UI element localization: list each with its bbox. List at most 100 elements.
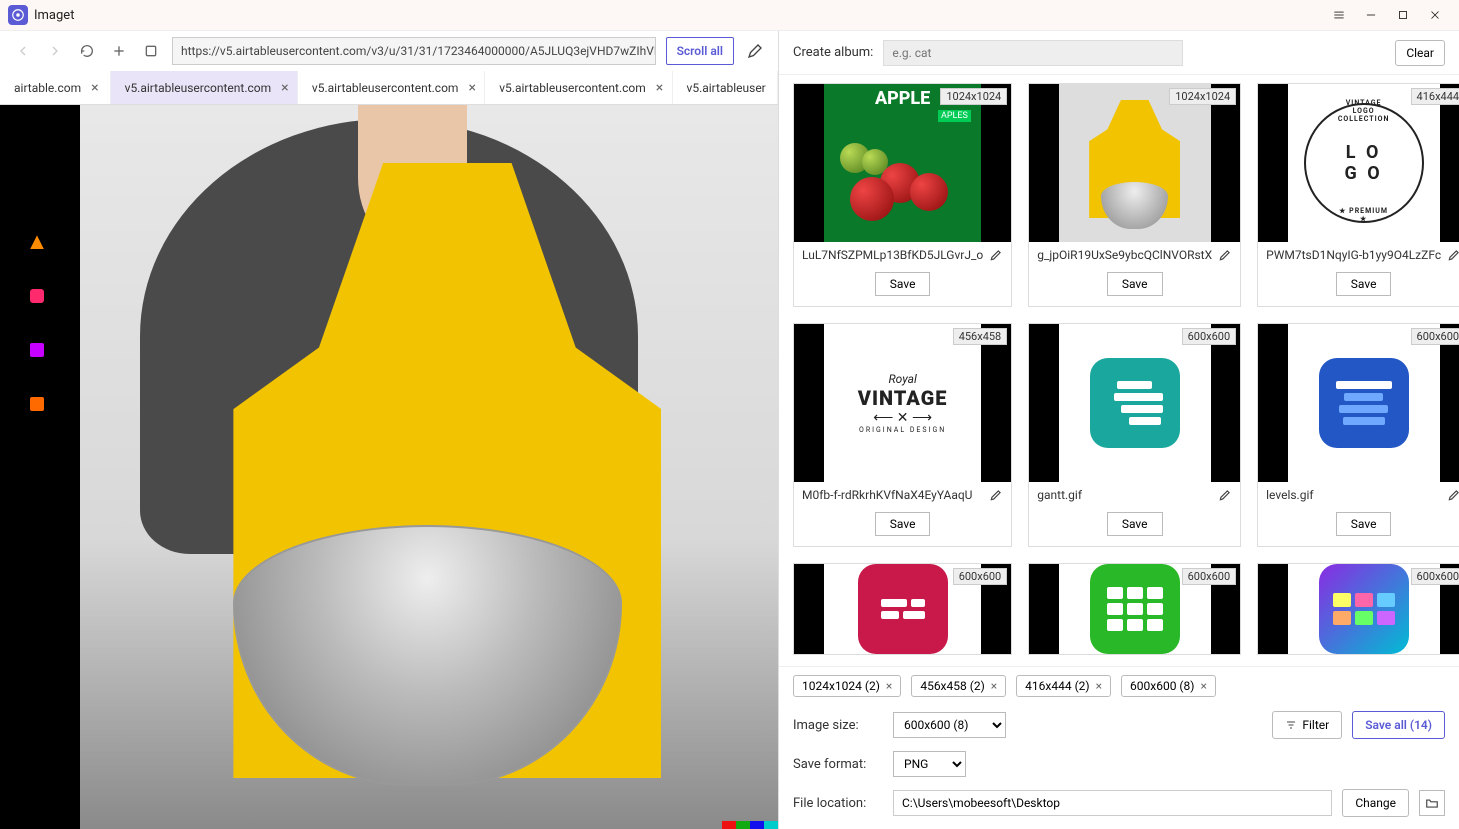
remove-icon[interactable]: × <box>886 679 892 693</box>
tab-label: v5.airtableusercontent.com <box>312 81 459 95</box>
image-size-row: Image size: 600x600 (8) Filter Save all … <box>779 705 1459 745</box>
image-card[interactable]: L OG OVINTAGE LOGO COLLECTION★ PREMIUM ★… <box>1257 83 1459 307</box>
open-folder-button[interactable] <box>1419 790 1445 816</box>
url-input[interactable]: https://v5.airtableusercontent.com/v3/u/… <box>172 37 656 65</box>
image-thumbnail[interactable]: APPLEAPLES1024x1024 <box>794 84 1011 242</box>
image-card[interactable]: 600x600 <box>1257 563 1459 655</box>
close-icon[interactable]: × <box>281 80 288 96</box>
edit-icon[interactable] <box>989 248 1003 262</box>
edit-icon[interactable] <box>1218 488 1232 502</box>
maximize-button[interactable] <box>1387 1 1419 29</box>
save-format-row: Save format: PNG <box>779 745 1459 783</box>
image-card[interactable]: RoyalVINTAGE⟵ ✕ ⟶ORIGINAL DESIGN456x458 M… <box>793 323 1012 547</box>
close-window-button[interactable] <box>1419 1 1451 29</box>
image-card[interactable]: 600x600levels.gifSave <box>1257 323 1459 547</box>
new-tab-button[interactable] <box>108 40 130 62</box>
dimension-badge: 1024x1024 <box>940 88 1007 105</box>
save-all-button[interactable]: Save all (14) <box>1352 711 1445 739</box>
results-pane: Create album: Clear APPLEAPLES1024x1024 L… <box>779 31 1459 829</box>
tab-1[interactable]: v5.airtableusercontent.com × <box>111 71 298 104</box>
save-image-button[interactable]: Save <box>1336 272 1392 296</box>
image-card[interactable]: 1024x1024g_jpOiR19UxSe9ybcQClNVORstXSave <box>1028 83 1241 307</box>
app-logo-icon <box>8 5 28 25</box>
image-thumbnail[interactable]: 600x600 <box>1258 564 1459 654</box>
image-filename: M0fb-f-rdRkrhKVfNaX4EyYAaqU <box>802 488 983 502</box>
filter-button[interactable]: Filter <box>1272 711 1342 739</box>
image-thumbnail[interactable]: L OG OVINTAGE LOGO COLLECTION★ PREMIUM ★… <box>1258 84 1459 242</box>
hamburger-icon[interactable] <box>1323 1 1355 29</box>
minimize-button[interactable] <box>1355 1 1387 29</box>
image-thumbnail[interactable]: 600x600 <box>1029 324 1240 482</box>
save-image-button[interactable]: Save <box>1107 272 1163 296</box>
tab-label: v5.airtableusercontent.com <box>125 81 272 95</box>
file-location-row: File location: Change <box>779 783 1459 829</box>
image-size-label: Image size: <box>793 718 883 733</box>
album-name-input[interactable] <box>883 40 1183 66</box>
save-format-select[interactable]: PNG <box>893 751 966 777</box>
tab-3[interactable]: v5.airtableusercontent.com × <box>485 71 672 104</box>
image-grid-scroll[interactable]: APPLEAPLES1024x1024 LuL7NfSZPMLp13BfKD5JL… <box>779 75 1459 666</box>
dimension-badge: 416x444 <box>1411 88 1459 105</box>
change-location-button[interactable]: Change <box>1342 789 1409 817</box>
edit-icon[interactable] <box>1218 248 1232 262</box>
size-chip[interactable]: 1024x1024 (2)× <box>793 675 901 697</box>
image-thumbnail[interactable]: 600x600 <box>794 564 1011 654</box>
reload-button[interactable] <box>76 40 98 62</box>
picker-icon[interactable] <box>744 40 766 62</box>
edit-icon[interactable] <box>1447 488 1459 502</box>
back-button[interactable] <box>12 40 34 62</box>
size-chip[interactable]: 416x444 (2)× <box>1016 675 1111 697</box>
image-card[interactable]: 600x600 <box>793 563 1012 655</box>
image-card[interactable]: 600x600 <box>1028 563 1241 655</box>
tab-0[interactable]: airtable.com × <box>0 71 111 104</box>
app-title: Imaget <box>34 8 74 23</box>
save-image-button[interactable]: Save <box>1107 512 1163 536</box>
dimension-badge: 600x600 <box>1182 328 1237 345</box>
image-viewer[interactable] <box>0 105 778 829</box>
dimension-badge: 600x600 <box>1411 568 1459 585</box>
image-filename: gantt.gif <box>1037 488 1212 502</box>
save-image-button[interactable]: Save <box>875 272 931 296</box>
remove-icon[interactable]: × <box>991 679 997 693</box>
create-album-label: Create album: <box>793 45 873 60</box>
image-card[interactable]: APPLEAPLES1024x1024 LuL7NfSZPMLp13BfKD5JL… <box>793 83 1012 307</box>
image-filename: PWM7tsD1NqyIG-b1yy9O4LzZFc <box>1266 248 1441 262</box>
title-bar: Imaget <box>0 0 1459 30</box>
dimension-badge: 600x600 <box>953 568 1008 585</box>
dimension-badge: 600x600 <box>1411 328 1459 345</box>
image-thumbnail[interactable]: 1024x1024 <box>1029 84 1240 242</box>
clear-button[interactable]: Clear <box>1395 40 1445 66</box>
file-location-input[interactable] <box>893 790 1332 816</box>
tab-2[interactable]: v5.airtableusercontent.com × <box>298 71 485 104</box>
size-chip[interactable]: 456x458 (2)× <box>911 675 1006 697</box>
image-thumbnail[interactable]: RoyalVINTAGE⟵ ✕ ⟶ORIGINAL DESIGN456x458 <box>794 324 1011 482</box>
size-filter-chips: 1024x1024 (2)× 456x458 (2)× 416x444 (2)×… <box>779 666 1459 705</box>
file-location-label: File location: <box>793 796 883 811</box>
browser-toolbar: https://v5.airtableusercontent.com/v3/u/… <box>0 31 778 71</box>
tab-strip: airtable.com × v5.airtableusercontent.com… <box>0 71 778 105</box>
tab-label: airtable.com <box>14 81 81 95</box>
edit-icon[interactable] <box>1447 248 1459 262</box>
save-format-label: Save format: <box>793 757 883 772</box>
remove-icon[interactable]: × <box>1200 679 1206 693</box>
forward-button[interactable] <box>44 40 66 62</box>
image-card[interactable]: 600x600 gantt.gif Save <box>1028 323 1241 547</box>
tab-4[interactable]: v5.airtableuser <box>673 71 778 104</box>
close-icon[interactable]: × <box>468 80 475 96</box>
close-icon[interactable]: × <box>91 80 98 96</box>
image-thumbnail[interactable]: 600x600 <box>1029 564 1240 654</box>
site-info-icon[interactable] <box>140 40 162 62</box>
image-size-select[interactable]: 600x600 (8) <box>893 712 1006 738</box>
close-icon[interactable]: × <box>656 80 663 96</box>
scroll-all-button[interactable]: Scroll all <box>666 37 734 65</box>
edit-icon[interactable] <box>989 488 1003 502</box>
remove-icon[interactable]: × <box>1096 679 1102 693</box>
image-thumbnail[interactable]: 600x600 <box>1258 324 1459 482</box>
size-chip[interactable]: 600x600 (8)× <box>1121 675 1216 697</box>
dimension-badge: 600x600 <box>1182 568 1237 585</box>
save-image-button[interactable]: Save <box>875 512 931 536</box>
image-filename: LuL7NfSZPMLp13BfKD5JLGvrJ_o <box>802 248 983 262</box>
tab-label: v5.airtableusercontent.com <box>499 81 646 95</box>
save-image-button[interactable]: Save <box>1336 512 1392 536</box>
dimension-badge: 1024x1024 <box>1169 88 1236 105</box>
